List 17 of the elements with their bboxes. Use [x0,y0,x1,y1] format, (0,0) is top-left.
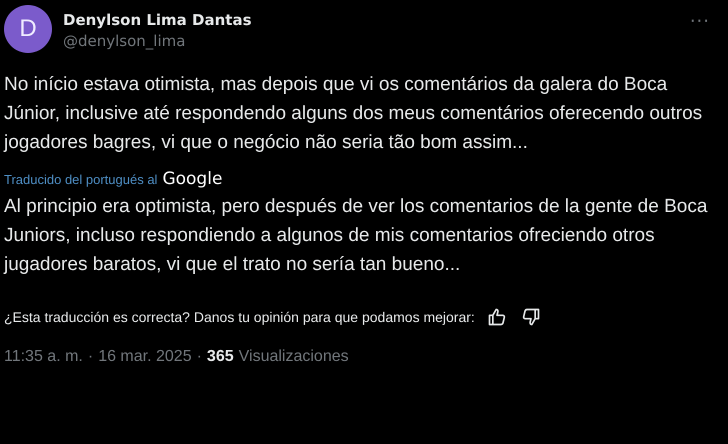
avatar[interactable]: D [4,5,52,53]
views-label: Visualizaciones [238,348,349,366]
post-time[interactable]: 11:35 a. m. [4,348,83,366]
more-button[interactable]: ··· [690,11,710,32]
separator-dot: · [88,348,94,366]
feedback-question: ¿Esta traducción es correcta? Danos tu opinión para que podamos mejorar: [4,309,475,325]
author-name[interactable]: Denylson Lima Dantas [63,10,679,30]
translation-label[interactable]: Traducido del portugués al [4,172,158,187]
author-handle[interactable]: @denylson_lima [63,30,679,52]
view-count: 365 [206,348,234,366]
translated-text: Al principio era optimista, pero después de ver los comentarios de la gente de Boca Juniors, incluso respondiendo a algunos de mis comentarios ofreciendo otros jugadores baratos, vi que el trato no sería tan bueno... [4,195,708,277]
separator-dot: · [196,348,202,366]
post-date[interactable]: 16 mar. 2025 [98,348,192,366]
provider-logo: Google [162,169,222,189]
post-text: No início estava otimista, mas depois que vi os comentários da galera do Boca Júnior, inclusive até respondendo alguns dos meus comentários oferecendo outros jogadores bagres, vi que o negócio não seria tão bom assim... [4,73,704,155]
thumbs-down-icon[interactable] [520,307,541,327]
thumbs-up-icon[interactable] [486,307,507,327]
